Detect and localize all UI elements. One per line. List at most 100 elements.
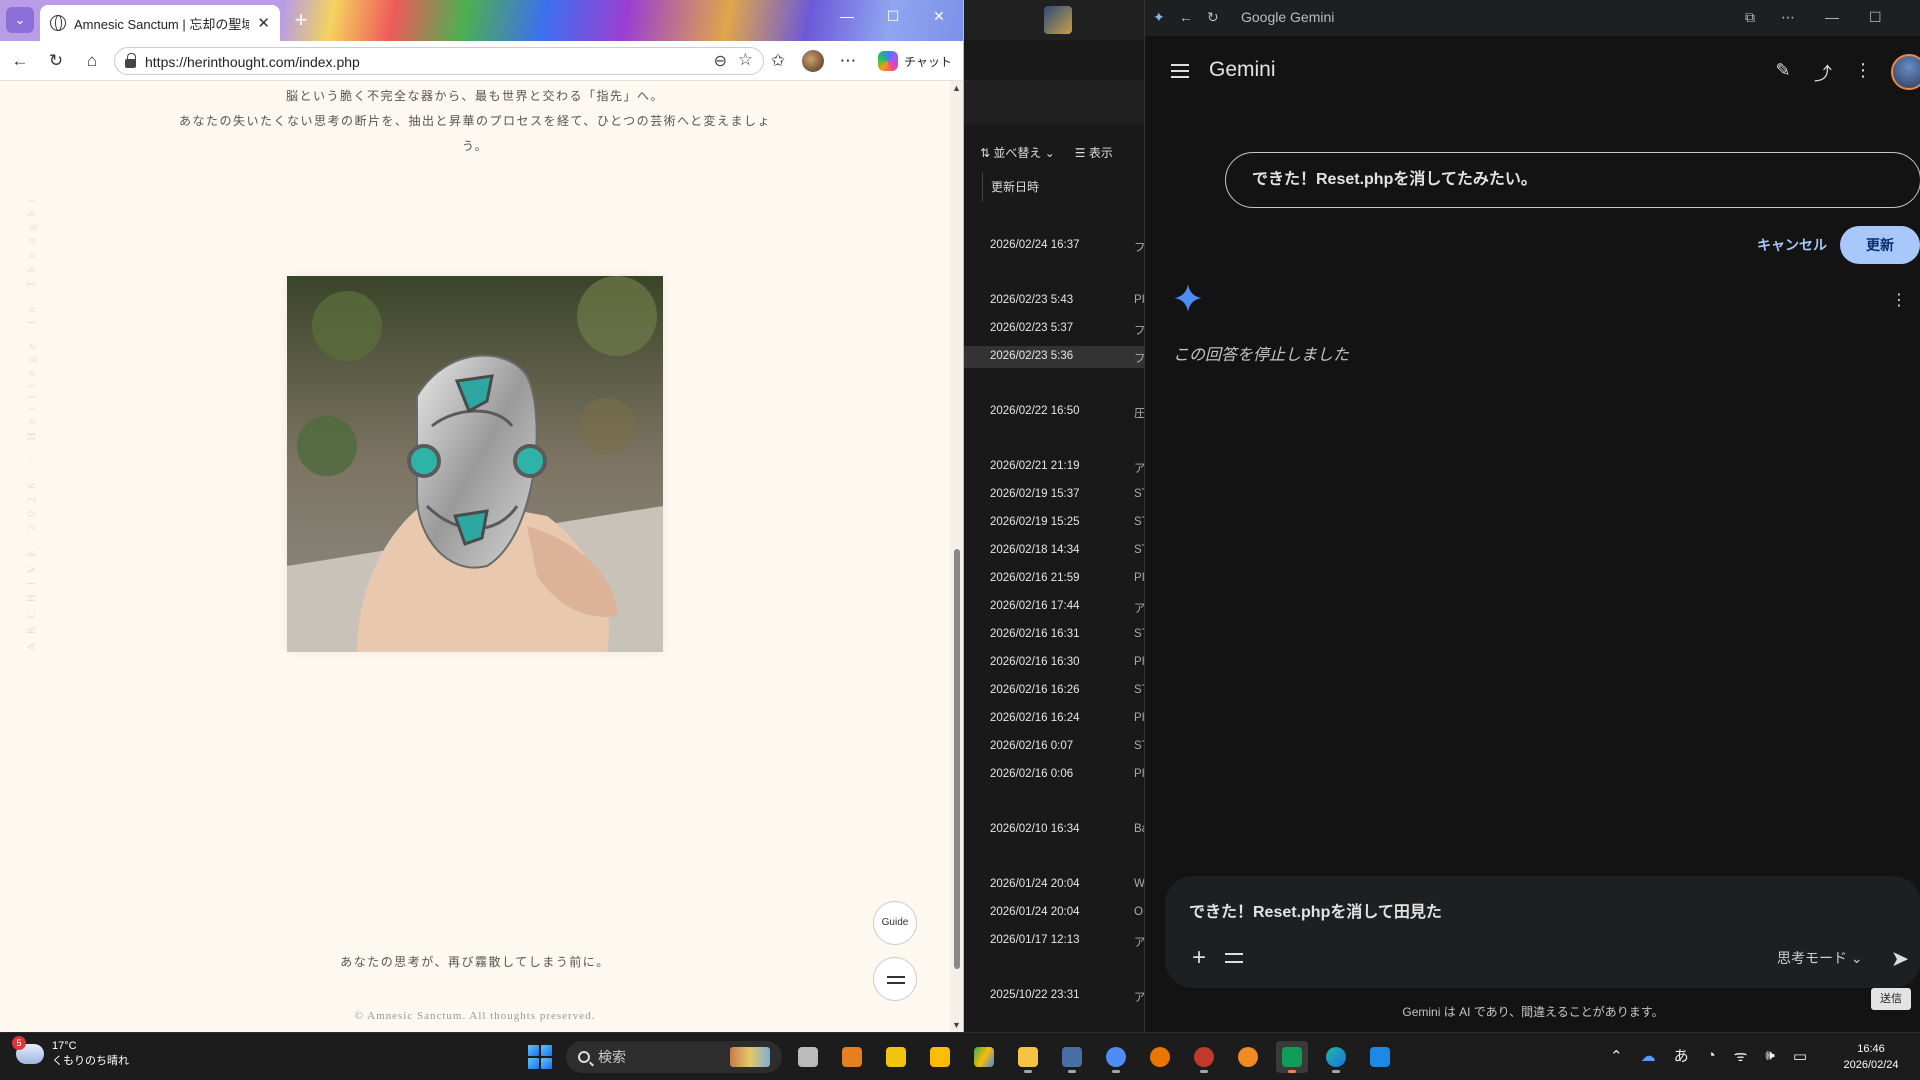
file-row-type: ST (1134, 740, 1144, 752)
new-tab-button[interactable]: + (288, 8, 314, 34)
favorites-icon[interactable]: ✩ (766, 49, 790, 73)
file-row-date[interactable]: 2026/01/24 20:04 (990, 878, 1080, 890)
file-row-date[interactable]: 2026/02/16 16:30 (990, 656, 1080, 668)
new-chat-icon[interactable]: ✎ (1771, 60, 1795, 81)
view-icon: ☰ (1074, 145, 1089, 160)
back-arrow-icon[interactable]: ← (8, 49, 32, 73)
explorer-command-bar: ⇅ 並べ替え ⌄ ☰ 表示 (964, 136, 1144, 168)
send-icon[interactable]: ➤ (1883, 942, 1917, 976)
cancel-button[interactable]: キャンセル (1727, 226, 1857, 264)
file-row-date[interactable]: 2026/02/16 16:31 (990, 628, 1080, 640)
file-row-date[interactable]: 2026/02/16 16:24 (990, 712, 1080, 724)
user-avatar[interactable] (1891, 54, 1920, 90)
more-vert-icon[interactable]: ⋮ (1851, 60, 1875, 81)
app-notes-icon[interactable] (880, 1041, 912, 1073)
gemini-taskbar-icon[interactable] (1100, 1041, 1132, 1073)
sort-button[interactable]: ⇅ 並べ替え ⌄ (980, 144, 1055, 161)
weather-widget[interactable]: 5 17°C くもりのち晴れ (12, 1036, 129, 1069)
share-icon[interactable]: ⤴ (1811, 60, 1835, 86)
task-view-icon[interactable] (792, 1041, 824, 1073)
more-options-icon[interactable]: ⋯ (836, 49, 860, 73)
file-row-date[interactable]: 2026/02/23 5:43 (990, 294, 1073, 306)
weather-badge: 5 (12, 1036, 26, 1050)
show-hidden-icons-icon[interactable]: ⌃ (1610, 1047, 1623, 1065)
response-options-icon[interactable]: ⋮ (1891, 290, 1907, 310)
file-row-date[interactable]: 2026/01/24 20:04 (990, 906, 1080, 918)
focus-icon[interactable]: ◔ (1707, 1047, 1716, 1064)
ime-indicator[interactable]: あ (1674, 1045, 1689, 1066)
column-header-modified[interactable]: 更新日時 (982, 172, 1144, 202)
edge-icon[interactable] (1320, 1041, 1352, 1073)
view-button[interactable]: ☰ 表示 (1075, 144, 1113, 161)
app-options-icon[interactable]: ⧉ (1745, 9, 1755, 26)
file-row-date[interactable]: 2026/02/16 21:59 (990, 572, 1080, 584)
page-scrollbar[interactable]: ▲ ▼ (950, 81, 963, 1032)
file-row-date[interactable]: 2026/02/16 0:06 (990, 768, 1073, 780)
back-arrow-icon[interactable]: ← (1179, 9, 1193, 25)
volume-icon[interactable]: 🕪 (1765, 1047, 1774, 1064)
taskbar-search[interactable]: 検索 (566, 1041, 782, 1073)
browser-tab[interactable]: Amnesic Sanctum | 忘却の聖域 ✕ (40, 5, 280, 41)
close-tab-icon[interactable]: ✕ (257, 14, 270, 32)
close-window-button[interactable]: ✕ (926, 8, 952, 25)
file-row-date[interactable]: 2026/02/16 16:26 (990, 684, 1080, 696)
prompt-input-box[interactable]: できた！Reset.phpを消して田見た + 思考モード ⌄ ➤ (1165, 876, 1920, 988)
sheets-icon[interactable] (1276, 1041, 1308, 1073)
maximize-button[interactable]: ☐ (1869, 9, 1882, 26)
minimize-button[interactable]: — (1825, 9, 1839, 25)
edit-prompt-field[interactable]: できた！Reset.phpを消してたみたい。 (1225, 152, 1920, 208)
clock-date: 2026/02/24 (1843, 1059, 1899, 1071)
onedrive-icon[interactable]: ☁ (1641, 1047, 1656, 1065)
main-menu-icon[interactable] (1171, 64, 1189, 78)
app-bird-icon[interactable] (1056, 1041, 1088, 1073)
battery-icon[interactable]: ▭ (1793, 1047, 1807, 1065)
google-drive-icon[interactable] (968, 1041, 1000, 1073)
zoom-icon[interactable]: ⊖ (714, 51, 727, 71)
app-in-icon[interactable] (836, 1041, 868, 1073)
file-row-date[interactable]: 2026/02/22 16:50 (990, 405, 1080, 417)
vscode-icon[interactable] (1364, 1041, 1396, 1073)
prompt-input-text[interactable]: できた！Reset.phpを消して田見た (1189, 898, 1442, 922)
start-button[interactable] (528, 1045, 552, 1069)
thinking-mode-selector[interactable]: 思考モード ⌄ (1777, 948, 1863, 968)
file-row-date[interactable]: 2026/02/24 16:37 (990, 239, 1080, 251)
file-row-date[interactable]: 2026/02/18 14:34 (990, 544, 1080, 556)
clock[interactable]: 16:46 2026/02/24 (1836, 1041, 1906, 1073)
file-row-date[interactable]: 2026/02/10 16:34 (990, 823, 1080, 835)
profile-avatar[interactable] (802, 50, 824, 72)
file-row-date[interactable]: 2026/02/23 5:37 (990, 322, 1073, 334)
minimize-button[interactable]: — (834, 8, 860, 24)
guide-button[interactable]: Guide (873, 901, 917, 945)
maximize-button[interactable]: ☐ (880, 8, 906, 25)
refresh-icon[interactable]: ↻ (44, 49, 68, 73)
scroll-down-icon[interactable]: ▼ (952, 1020, 961, 1030)
scroll-up-icon[interactable]: ▲ (952, 83, 961, 93)
tab-actions-menu-icon[interactable]: ⌄ (6, 7, 34, 33)
file-row-date[interactable]: 2026/02/16 17:44 (990, 600, 1080, 612)
refresh-icon[interactable]: ↻ (1207, 9, 1219, 26)
more-icon[interactable]: ⋯ (1781, 9, 1795, 26)
scrollbar-thumb[interactable] (954, 549, 960, 969)
add-attachment-icon[interactable]: + (1187, 944, 1211, 972)
address-bar[interactable]: https://herinthought.com/index.php ⊖ ☆ (114, 47, 764, 75)
blender-2-icon[interactable] (1232, 1041, 1264, 1073)
file-row-date[interactable]: 2026/02/19 15:25 (990, 516, 1080, 528)
file-row-date[interactable]: 2025/10/22 23:31 (990, 989, 1080, 1001)
app-logo-icon (1044, 6, 1072, 34)
home-icon[interactable]: ⌂ (80, 49, 104, 73)
file-row-date[interactable]: 2026/02/21 21:19 (990, 460, 1080, 472)
file-row-date[interactable]: 2026/02/16 0:07 (990, 740, 1073, 752)
file-row-date[interactable]: 2026/01/17 12:13 (990, 934, 1080, 946)
edge-toolbar: ← ↻ ⌂ https://herinthought.com/index.php… (0, 41, 963, 81)
blender-icon[interactable] (1144, 1041, 1176, 1073)
file-row-date[interactable]: 2026/02/23 5:36 (990, 350, 1073, 362)
app-keep-icon[interactable] (924, 1041, 956, 1073)
copilot-chat-button[interactable]: チャット (874, 49, 962, 73)
app-red-icon[interactable] (1188, 1041, 1220, 1073)
wifi-icon[interactable]: ᯤ (1734, 1046, 1748, 1066)
favorite-star-icon[interactable]: ☆ (738, 50, 753, 70)
update-button[interactable]: 更新 (1840, 226, 1920, 264)
file-explorer-icon[interactable] (1012, 1041, 1044, 1073)
file-row-date[interactable]: 2026/02/19 15:37 (990, 488, 1080, 500)
tools-icon[interactable] (1225, 950, 1245, 966)
